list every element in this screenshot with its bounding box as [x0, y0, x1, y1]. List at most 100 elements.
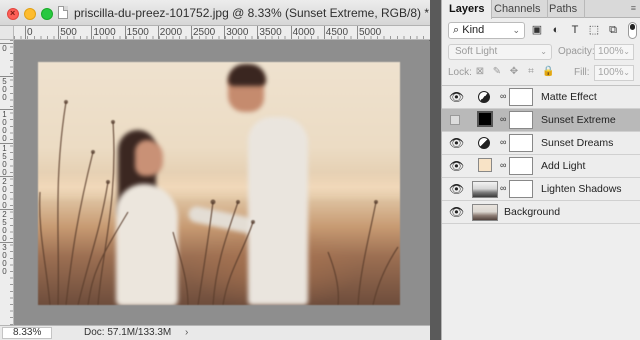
- ruler-label: 1000: [2, 110, 7, 144]
- visibility-eye-icon[interactable]: 👁: [449, 91, 464, 103]
- ruler-major-tick: [124, 26, 126, 39]
- lock-transparency-icon[interactable]: ⊠: [474, 66, 486, 78]
- visibility-eye-icon[interactable]: 👁: [449, 183, 464, 195]
- document-icon: [58, 6, 68, 19]
- chevron-down-icon: ⌄: [540, 47, 547, 56]
- smart-object-filter-icon[interactable]: ⧉: [606, 23, 620, 37]
- opacity-value: 100%: [598, 46, 624, 57]
- lock-artboard-icon[interactable]: ⌗: [525, 66, 537, 78]
- ruler-major-tick: [224, 26, 226, 39]
- ruler-major-tick: [357, 26, 358, 39]
- layer-thumbnail[interactable]: [472, 181, 498, 198]
- color-fill-thumbnail[interactable]: [478, 158, 492, 172]
- minimize-icon[interactable]: [24, 8, 36, 20]
- layer-thumbnail[interactable]: [472, 204, 498, 221]
- chevron-down-icon: ⌄: [623, 68, 630, 77]
- visibility-eye-icon[interactable]: 👁: [449, 137, 464, 149]
- blend-mode-select[interactable]: Soft Light ⌄: [448, 44, 552, 60]
- layer-row-sunset-extreme[interactable]: ∞ Sunset Extreme: [442, 109, 640, 132]
- ruler-major-tick: [323, 26, 325, 39]
- layer-mask-thumbnail[interactable]: [509, 111, 533, 129]
- ruler-label: 3000: [2, 243, 7, 277]
- layer-row-background[interactable]: 👁 Background: [442, 201, 640, 224]
- adjustment-layer-icon[interactable]: [478, 91, 490, 103]
- opacity-label: Opacity:: [558, 46, 595, 57]
- layer-mask-thumbnail[interactable]: [509, 157, 533, 175]
- ruler-label: 0: [2, 44, 7, 53]
- document-photo[interactable]: [38, 62, 400, 305]
- lock-label: Lock:: [448, 67, 472, 78]
- adjustment-layer-icon[interactable]: [478, 137, 490, 149]
- document-size: Doc: 57.1M/133.3M: [84, 327, 172, 338]
- color-fill-thumbnail[interactable]: [477, 111, 493, 127]
- link-icon[interactable]: ∞: [500, 160, 506, 170]
- shape-filter-icon[interactable]: ⬚: [587, 23, 601, 37]
- lock-all-icon[interactable]: 🔒: [542, 66, 554, 78]
- status-menu-chevron-icon[interactable]: ›: [185, 327, 188, 339]
- layer-row-matte-effect[interactable]: 👁 ∞ Matte Effect: [442, 86, 640, 109]
- fill-value: 100%: [598, 67, 624, 78]
- fill-field[interactable]: 100% ⌄: [594, 65, 634, 81]
- panel-menu-icon[interactable]: ≡: [631, 3, 636, 13]
- ruler-label: 3000: [226, 27, 249, 38]
- visibility-eye-icon[interactable]: 👁: [449, 206, 464, 218]
- link-icon[interactable]: ∞: [500, 114, 506, 124]
- filter-toggle-switch[interactable]: [628, 22, 637, 39]
- ruler-label: 4500: [325, 27, 349, 38]
- ruler-origin[interactable]: [0, 26, 14, 40]
- visibility-off-icon[interactable]: [450, 115, 460, 125]
- ruler-label: 3500: [259, 27, 282, 38]
- zoom-level-field[interactable]: 8.33%: [2, 327, 52, 339]
- blend-row: Soft Light ⌄ Opacity: 100% ⌄: [446, 44, 637, 61]
- document-window: × priscilla-du-preez-101752.jpg @ 8.33% …: [0, 0, 430, 340]
- ruler-label: 5000: [359, 27, 382, 38]
- ruler-label: 2000: [159, 27, 183, 38]
- ruler-major-tick: [257, 26, 259, 39]
- filter-kind-select[interactable]: ⌕ Kind ⌄: [448, 22, 525, 39]
- panel-tab-bar: Layers Channels Paths ≡: [442, 0, 640, 19]
- type-filter-icon[interactable]: T: [568, 23, 582, 37]
- vertical-ruler[interactable]: 0 500 10001500200025003000: [0, 40, 14, 325]
- canvas-area[interactable]: [15, 41, 430, 325]
- link-icon[interactable]: ∞: [500, 137, 506, 147]
- layer-name[interactable]: Lighten Shadows: [541, 183, 622, 195]
- tab-layers[interactable]: Layers: [442, 0, 493, 19]
- layer-name[interactable]: Matte Effect: [541, 91, 597, 103]
- horizontal-ruler[interactable]: 0 500 1000 1500 2000 2500 3000 3500 4000 4500 5000: [14, 26, 430, 40]
- layer-name[interactable]: Sunset Extreme: [541, 114, 616, 126]
- layer-mask-thumbnail[interactable]: [509, 180, 533, 198]
- ruler-label: 1000: [93, 27, 116, 38]
- opacity-field[interactable]: 100% ⌄: [594, 44, 634, 60]
- ruler-major-tick: [25, 26, 26, 39]
- ruler-label: 1500: [2, 143, 7, 177]
- link-icon[interactable]: ∞: [500, 183, 506, 193]
- ruler-label: 1500: [126, 27, 149, 38]
- visibility-eye-icon[interactable]: 👁: [449, 160, 464, 172]
- tab-channels[interactable]: Channels: [487, 0, 549, 18]
- ruler-label: 4000: [292, 27, 315, 38]
- layer-name[interactable]: Sunset Dreams: [541, 137, 613, 149]
- ruler-major-tick: [191, 26, 192, 39]
- layer-row-sunset-dreams[interactable]: 👁 ∞ Sunset Dreams: [442, 132, 640, 155]
- ruler-label: 2500: [193, 27, 216, 38]
- link-icon[interactable]: ∞: [500, 91, 506, 101]
- search-icon: ⌕: [453, 24, 460, 36]
- layer-row-add-light[interactable]: 👁 ∞ Add Light: [442, 155, 640, 178]
- ruler-label: 500: [2, 77, 7, 103]
- layer-filter-row: ⌕ Kind ⌄ ▣ ◐ T ⬚ ⧉: [446, 22, 637, 40]
- layer-mask-thumbnail[interactable]: [509, 134, 533, 152]
- photo-grass: [39, 100, 399, 305]
- layer-row-lighten-shadows[interactable]: 👁 ∞ Lighten Shadows: [442, 178, 640, 201]
- ruler-major-tick: [91, 26, 93, 39]
- ruler-label: 0: [27, 27, 33, 38]
- layer-mask-thumbnail[interactable]: [509, 88, 533, 106]
- image-filter-icon[interactable]: ▣: [530, 23, 544, 37]
- zoom-icon[interactable]: [41, 8, 53, 20]
- layer-name[interactable]: Add Light: [541, 160, 585, 172]
- close-icon[interactable]: ×: [7, 8, 19, 20]
- lock-position-icon[interactable]: ✥: [508, 66, 520, 78]
- adjustment-filter-icon[interactable]: ◐: [549, 23, 563, 37]
- lock-pixels-icon[interactable]: ✎: [491, 66, 503, 78]
- tab-paths[interactable]: Paths: [542, 0, 586, 18]
- layer-name[interactable]: Background: [504, 206, 560, 218]
